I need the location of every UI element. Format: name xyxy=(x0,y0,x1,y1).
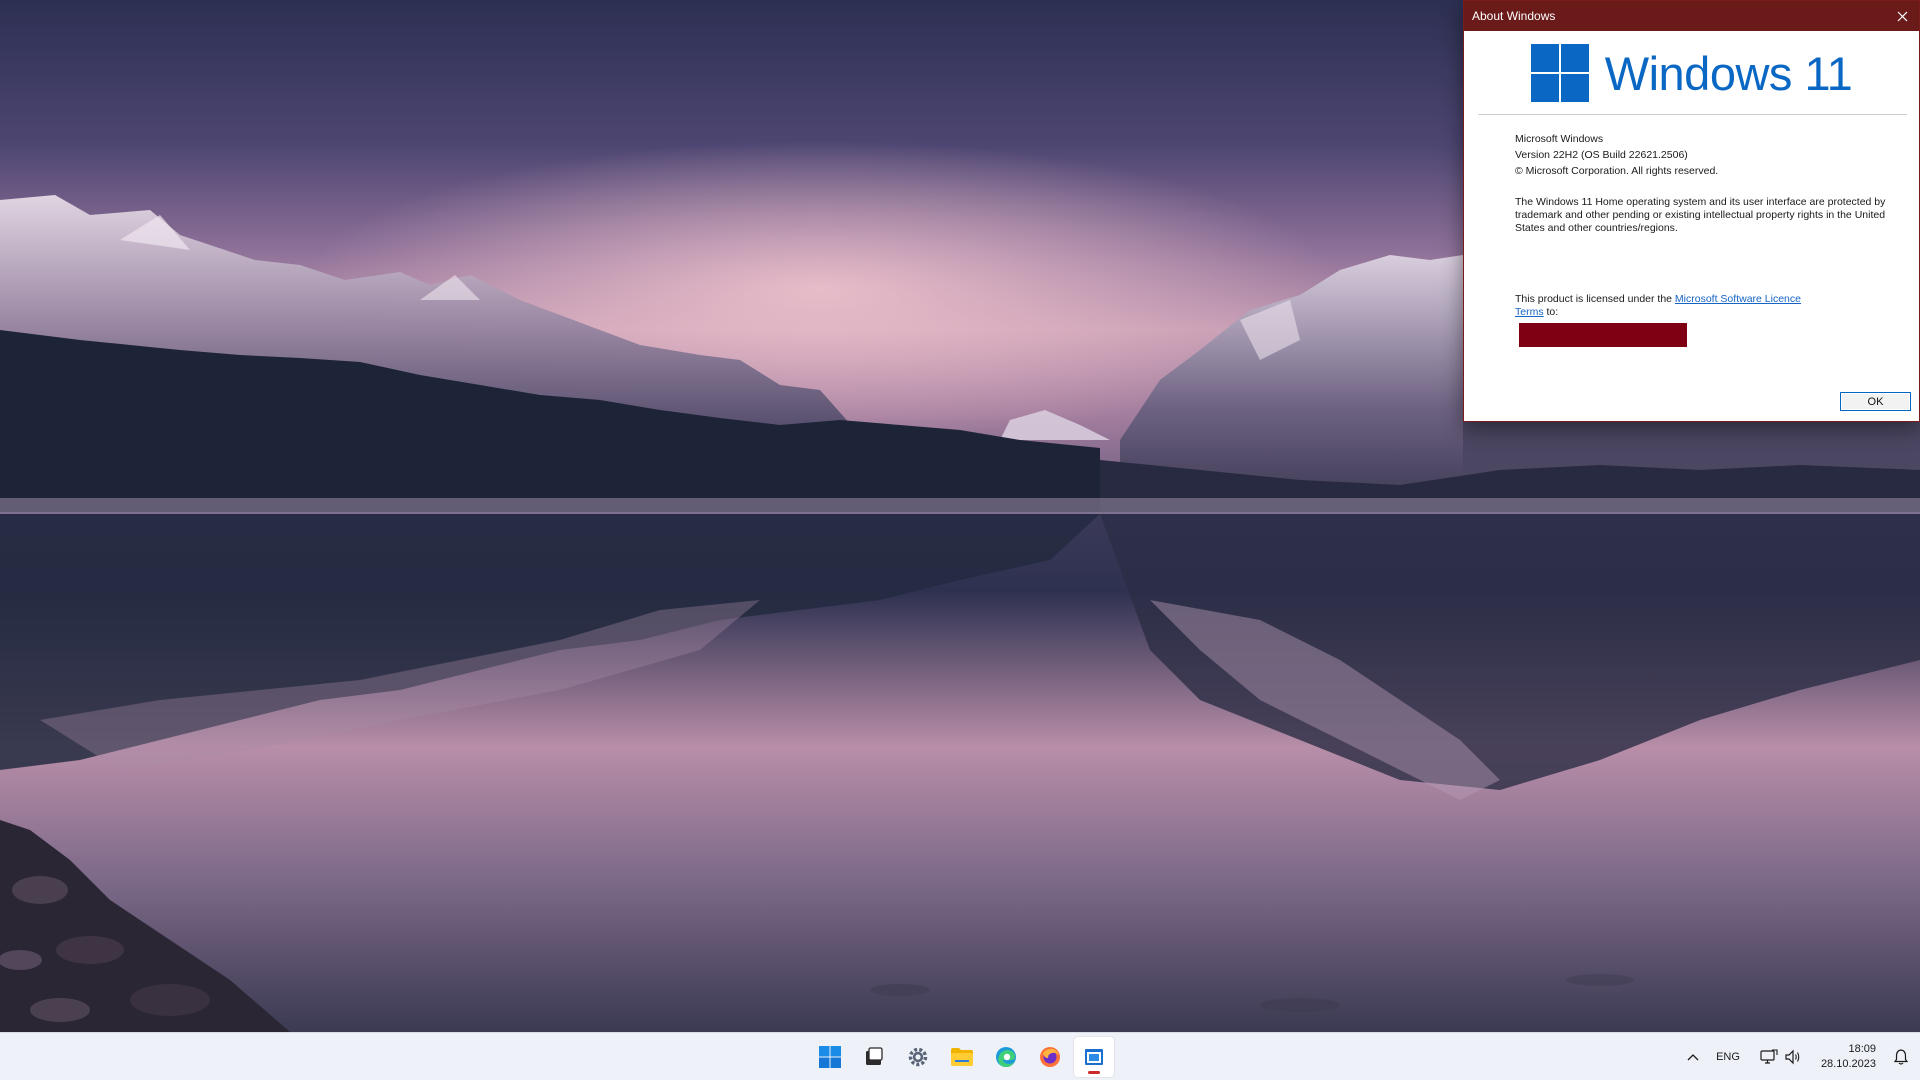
about-windows-dialog: About Windows Windows 11 Microsoft Windo… xyxy=(1463,0,1920,422)
license-text: This product is licensed under the Micro… xyxy=(1515,293,1825,319)
windows-logo-icon xyxy=(819,1046,841,1068)
firefox-button[interactable] xyxy=(1030,1037,1070,1077)
dialog-titlebar[interactable]: About Windows xyxy=(1464,1,1919,31)
taskbar-apps xyxy=(808,1033,1116,1081)
file-explorer-button[interactable] xyxy=(942,1037,982,1077)
start-button[interactable] xyxy=(810,1037,850,1077)
ok-button[interactable]: OK xyxy=(1840,392,1911,411)
version-info: Microsoft Windows Version 22H2 (OS Build… xyxy=(1515,131,1895,235)
redacted-user-name xyxy=(1519,323,1687,347)
clock-date: 28.10.2023 xyxy=(1820,1058,1876,1070)
copyright-text: © Microsoft Corporation. All rights rese… xyxy=(1515,165,1719,177)
quick-settings-button[interactable] xyxy=(1750,1049,1812,1065)
product-name: Microsoft Windows xyxy=(1515,133,1604,145)
notifications-button[interactable] xyxy=(1888,1049,1914,1065)
windows-wordmark: Windows 11 xyxy=(1604,46,1853,100)
settings-button[interactable] xyxy=(898,1037,938,1077)
license-suffix: to: xyxy=(1543,306,1559,318)
dialog-title: About Windows xyxy=(1472,9,1556,23)
gear-icon xyxy=(908,1047,928,1067)
active-indicator xyxy=(1088,1071,1100,1074)
dialog-divider xyxy=(1478,114,1907,115)
legal-text: The Windows 11 Home operating system and… xyxy=(1515,196,1886,234)
edge-icon xyxy=(996,1047,1016,1067)
close-button[interactable] xyxy=(1885,1,1919,31)
winver-button[interactable] xyxy=(1074,1037,1114,1077)
clock[interactable]: 18:09 28.10.2023 xyxy=(1812,1042,1876,1072)
network-icon xyxy=(1760,1049,1778,1064)
show-hidden-icons-button[interactable] xyxy=(1680,1053,1706,1061)
folder-icon xyxy=(951,1048,973,1066)
close-icon xyxy=(1897,11,1907,21)
system-tray: ENG 18:09 28.10.2023 xyxy=(1680,1033,1920,1081)
window-app-icon xyxy=(1085,1049,1103,1065)
windows-logo-icon xyxy=(1530,44,1589,102)
windows-logo-banner: Windows 11 xyxy=(1464,41,1919,105)
bell-icon xyxy=(1894,1049,1908,1065)
volume-icon xyxy=(1785,1049,1800,1065)
chevron-up-icon xyxy=(1687,1054,1699,1061)
taskbar: ENG 18:09 28.10.2023 xyxy=(0,1032,1920,1080)
task-view-icon xyxy=(866,1047,883,1065)
task-view-button[interactable] xyxy=(854,1037,894,1077)
version-text: Version 22H2 (OS Build 22621.2506) xyxy=(1515,149,1688,161)
firefox-icon xyxy=(1040,1047,1060,1067)
clock-time: 18:09 xyxy=(1848,1043,1876,1055)
license-prefix: This product is licensed under the xyxy=(1515,293,1675,305)
language-indicator[interactable]: ENG xyxy=(1706,1051,1750,1063)
edge-button[interactable] xyxy=(986,1037,1026,1077)
